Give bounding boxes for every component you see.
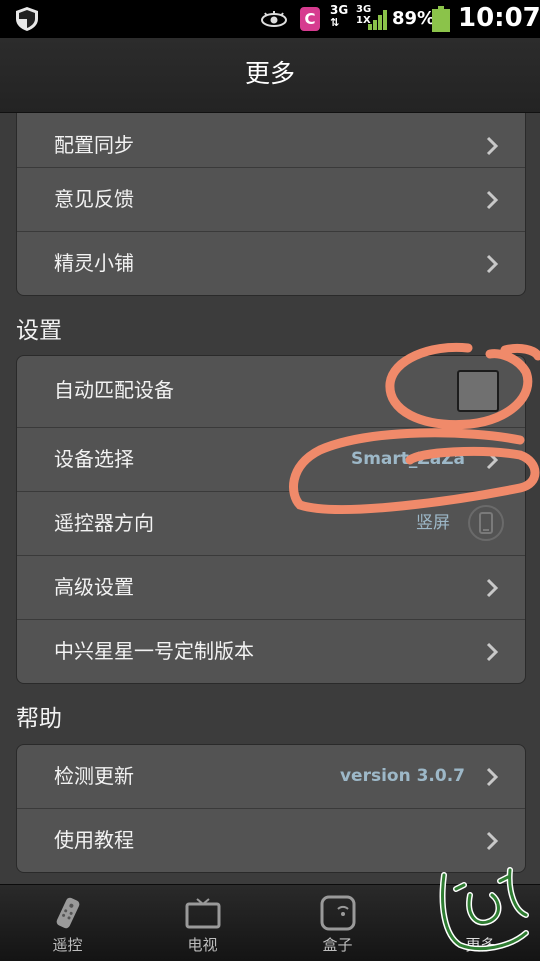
row-auto-match[interactable]: 自动匹配设备 [17,356,525,427]
version-value: version 3.0.7 [339,766,465,786]
chevron-right-icon [486,136,499,156]
signal-icon [368,10,387,30]
selected-device-value: Smart_ZaZa [350,449,465,469]
row-label: 遥控器方向 [54,511,154,535]
app-header: 更多 [0,38,540,113]
general-group: 配置同步 意见反馈 精灵小铺 [16,113,526,296]
phone-portrait-icon[interactable] [467,504,505,542]
tv-icon [185,898,221,929]
network-type: 3G ⇅ [330,4,348,29]
chevron-right-icon [486,831,499,851]
page-title: 更多 [244,59,295,88]
tab-label: 盒子 [322,936,353,954]
app-notification-icon: C [300,7,320,31]
row-config-sync[interactable]: 配置同步 [17,113,525,167]
row-check-update[interactable]: 检测更新 version 3.0.7 [17,745,525,808]
chevron-right-icon [486,450,499,470]
row-label: 意见反馈 [54,187,134,211]
tab-remote[interactable]: 遥控 [0,885,135,961]
chevron-right-icon [486,578,499,598]
row-label: 配置同步 [54,133,134,157]
row-remote-orientation[interactable]: 遥控器方向 竖屏 [17,491,525,555]
section-title-settings: 设置 [16,318,62,344]
orientation-value: 竖屏 [416,513,450,533]
row-device-select[interactable]: 设备选择 Smart_ZaZa [17,427,525,491]
status-bar: C 3G ⇅ 3G 1X 89% 10:07 [0,0,540,38]
battery-percent: 89% [392,8,436,29]
chevron-right-icon [486,254,499,274]
settings-list[interactable]: 配置同步 意见反馈 精灵小铺 设置 自动匹配设备 设备选择 Smart_ZaZa… [0,113,540,884]
remote-icon [56,897,80,929]
row-advanced-settings[interactable]: 高级设置 [17,555,525,619]
auto-match-checkbox[interactable] [457,370,499,412]
tab-label: 遥控 [52,936,83,954]
row-label: 设备选择 [54,447,134,471]
row-label: 检测更新 [54,764,134,788]
box-icon [320,895,356,931]
tab-box[interactable]: 盒子 [270,885,405,961]
row-label: 精灵小铺 [54,251,134,275]
shield-icon [16,7,38,31]
section-title-help: 帮助 [16,706,62,732]
row-custom-version[interactable]: 中兴星星一号定制版本 [17,619,525,683]
row-shop[interactable]: 精灵小铺 [17,231,525,295]
chevron-right-icon [486,767,499,787]
network-type-label: 3G [330,3,349,17]
clock: 10:07 [458,3,540,33]
tab-label: 电视 [187,936,218,954]
settings-group: 自动匹配设备 设备选择 Smart_ZaZa 遥控器方向 竖屏 高级设置 中兴星… [16,355,526,684]
watermark-logo [439,867,529,952]
row-label: 中兴星星一号定制版本 [54,639,254,663]
row-label: 高级设置 [54,575,134,599]
row-feedback[interactable]: 意见反馈 [17,167,525,231]
chevron-right-icon [486,642,499,662]
row-label: 自动匹配设备 [54,378,174,402]
data-arrows-icon: ⇅ [330,16,340,29]
row-label: 使用教程 [54,828,134,852]
tab-tv[interactable]: 电视 [135,885,270,961]
eye-icon [261,11,287,27]
chevron-right-icon [486,190,499,210]
help-group: 检测更新 version 3.0.7 使用教程 [16,744,526,873]
battery-icon [432,6,450,32]
